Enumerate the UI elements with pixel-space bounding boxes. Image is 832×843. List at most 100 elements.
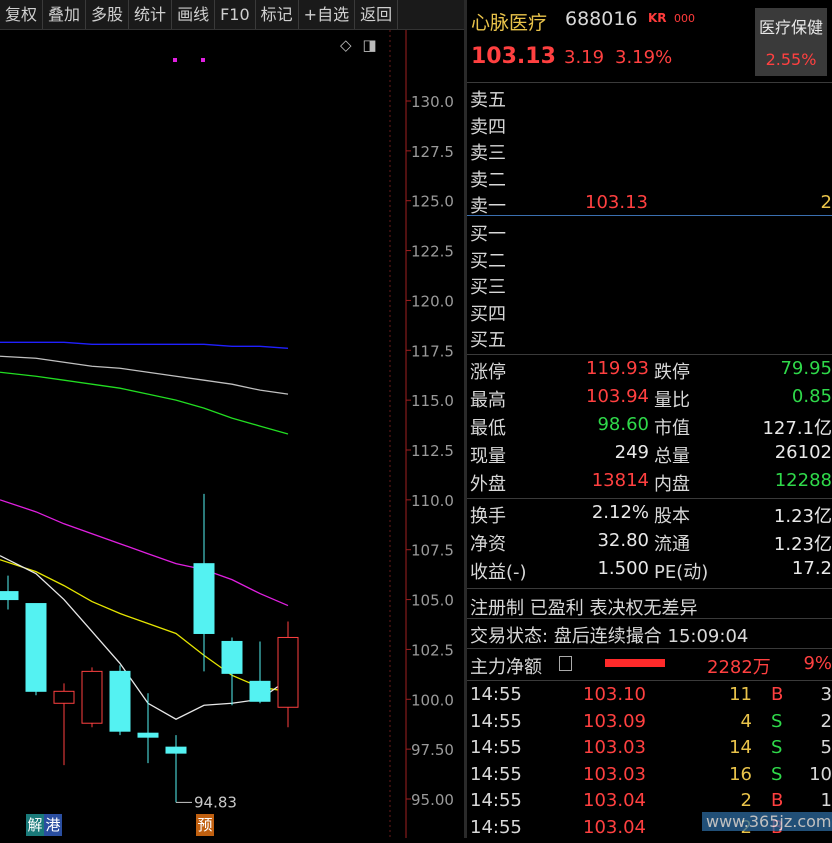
diamond-icon[interactable]: ◇ (340, 36, 352, 54)
tick-row[interactable]: 14:55 103.03 14 S 5 (467, 737, 832, 763)
ask-label: 卖四 (470, 116, 506, 138)
y-tick-label: 107.5 (411, 542, 454, 560)
toolbar-button-8[interactable]: 返回 (355, 0, 399, 29)
price-change-pct: 3.19% (615, 47, 673, 68)
toolbar-button-3[interactable]: 统计 (129, 0, 173, 29)
y-tick-label: 112.5 (411, 442, 454, 460)
stock-tags: 注册制 已盈利 表决权无差异 (470, 598, 698, 619)
tick-row[interactable]: 14:55 103.10 11 B 3 (467, 684, 832, 710)
tick-volume: 14 (729, 737, 752, 758)
stat-value: 17.2 (791, 558, 832, 579)
tick-row[interactable]: 14:55 103.09 4 S 2 (467, 711, 832, 737)
stat-label: 跌停 (654, 362, 690, 383)
tick-volume: 11 (729, 684, 752, 705)
stat-row: 涨停 119.93 跌停 79.95 (467, 358, 832, 386)
chart-panel-icons: ◇ ◨ (340, 36, 377, 54)
ask-volume: 2 (820, 192, 832, 213)
tick-volume: 16 (729, 763, 752, 785)
ma-line-magenta (0, 499, 289, 607)
bid-label: 买一 (470, 224, 506, 245)
tick-time: 14:55 (470, 737, 522, 758)
tick-count: 3 (820, 684, 832, 705)
y-tick-label: 127.5 (411, 143, 454, 161)
ask-row: 卖二 (467, 166, 832, 192)
ask-label: 卖二 (470, 169, 506, 191)
y-tick-label: 100.0 (411, 691, 454, 709)
hk-connect-badge[interactable]: 港 (44, 814, 62, 836)
tick-price: 103.03 (583, 737, 646, 758)
stat-row: 净资 32.80 流通 1.23亿 (467, 530, 832, 558)
sector-change: 2.55% (765, 50, 817, 69)
main-flow-pct: 9% (803, 653, 832, 674)
stat-value: 1.500 (597, 558, 649, 579)
candle-body (221, 640, 243, 674)
stat-value: 26102 (774, 442, 832, 463)
candle-body (81, 670, 103, 724)
stat-label: 内盘 (654, 474, 690, 495)
stat-label: 总量 (654, 446, 690, 467)
tick-time: 14:55 (470, 790, 522, 811)
toolbar-button-1[interactable]: 叠加 (43, 0, 87, 29)
tick-time: 14:55 (470, 763, 522, 785)
price-change: 3.19 (564, 47, 605, 68)
bid-label: 买四 (470, 303, 506, 325)
candle-body (193, 563, 215, 634)
tick-count: 1 (820, 790, 832, 811)
book-separator (467, 215, 832, 216)
candle-body (249, 680, 271, 702)
toolbar-button-6[interactable]: 标记 (256, 0, 299, 29)
low-annotation-label: 94.83 (194, 793, 237, 811)
marker-dot (201, 58, 205, 62)
candle-body (165, 746, 187, 754)
stat-value: 79.95 (780, 358, 832, 379)
ma-line-gray (0, 355, 289, 395)
stat-label: PE(动) (654, 562, 709, 583)
stat-value: 32.80 (597, 530, 649, 551)
tick-side: S (771, 763, 783, 785)
divider (467, 498, 832, 499)
stat-value: 103.94 (586, 386, 649, 407)
tick-price: 103.10 (583, 684, 646, 705)
toolbar-button-2[interactable]: 多股 (86, 0, 130, 29)
bid-row: 买三 (467, 273, 832, 299)
stat-label: 量比 (654, 390, 690, 411)
tick-row[interactable]: 14:55 103.03 16 S 10 (467, 764, 832, 790)
y-tick-label: 115.0 (411, 392, 454, 410)
y-tick-label: 105.0 (411, 592, 454, 610)
forecast-badge[interactable]: 预 (196, 814, 214, 836)
ask-row: 卖四 (467, 113, 832, 139)
stock-name[interactable]: 心脉医疗 (471, 8, 547, 35)
ma-line-blue (0, 341, 289, 349)
y-tick-label: 95.00 (411, 791, 454, 809)
unlock-badge[interactable]: 解 (26, 814, 44, 836)
document-icon[interactable] (559, 656, 572, 671)
stat-row: 现量 249 总量 26102 (467, 442, 832, 470)
main-flow-amount: 2282万 (707, 657, 771, 678)
toolbar-button-4[interactable]: 画线 (172, 0, 216, 29)
tick-count: 2 (820, 710, 832, 732)
stat-label: 股本 (654, 506, 690, 527)
trade-status: 交易状态: 盘后连续撮合 15:09:04 (470, 626, 749, 647)
sector-box[interactable]: 医疗保健 2.55% (755, 8, 827, 76)
toolbar-button-7[interactable]: +自选 (299, 0, 356, 29)
bid-row: 买四 (467, 300, 832, 326)
y-tick-label: 110.0 (411, 492, 454, 510)
toolbar-button-0[interactable]: 复权 (0, 0, 44, 29)
panel-toggle-icon[interactable]: ◨ (362, 36, 376, 54)
watermark: www.365jz.com (702, 812, 832, 831)
tick-time: 14:55 (470, 816, 522, 838)
tick-count: 10 (809, 763, 832, 785)
bid-label: 买三 (470, 277, 506, 298)
bid-label: 买五 (470, 330, 506, 351)
stat-value: 13814 (591, 470, 649, 491)
toolbar-button-5[interactable]: F10 (215, 0, 256, 29)
tick-side: B (771, 790, 784, 811)
stat-value: 98.60 (597, 414, 649, 435)
candle-body (0, 591, 19, 601)
y-tick-label: 102.5 (411, 641, 454, 659)
tick-price: 103.03 (583, 763, 646, 785)
stat-label: 最高 (470, 390, 506, 411)
kline-svg[interactable]: 130.0 127.5 125.0 122.5 120.0 117.5 115.0 112.5… (0, 30, 464, 838)
stat-row: 最低 98.60 市值 127.1亿 (467, 414, 832, 442)
kline-chart[interactable]: 130.0 127.5 125.0 122.5 120.0 117.5 115.0 112.5… (0, 30, 464, 838)
